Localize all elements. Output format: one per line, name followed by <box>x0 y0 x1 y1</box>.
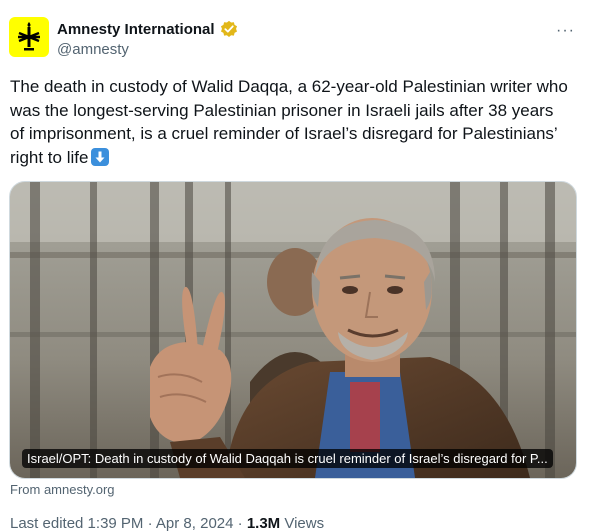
tweet-meta: Last edited 1:39 PM · Apr 8, 2024 · 1.3M… <box>10 515 324 532</box>
link-card[interactable]: Israel/OPT: Death in custody of Walid Da… <box>9 181 577 479</box>
handle[interactable]: @amnesty <box>57 41 129 58</box>
link-source[interactable]: From amnesty.org <box>10 482 115 497</box>
author-name-row: Amnesty International <box>57 20 238 38</box>
verified-badge-icon[interactable] <box>220 20 238 38</box>
more-options-icon[interactable]: ··· <box>556 22 575 40</box>
tweet-text: The death in custody of Walid Daqqa, a 6… <box>10 75 570 169</box>
avatar[interactable] <box>9 17 49 57</box>
link-card-photo <box>10 182 576 478</box>
views-label: Views <box>280 515 325 532</box>
link-card-caption: Israel/OPT: Death in custody of Walid Da… <box>22 449 553 468</box>
display-name[interactable]: Amnesty International <box>57 21 215 38</box>
views-count: 1.3M <box>246 515 281 532</box>
candle-logo-icon <box>18 22 40 51</box>
down-arrow-emoji-icon <box>91 147 110 166</box>
edited-timestamp[interactable]: Last edited 1:39 PM · Apr 8, 2024 · <box>10 515 247 532</box>
